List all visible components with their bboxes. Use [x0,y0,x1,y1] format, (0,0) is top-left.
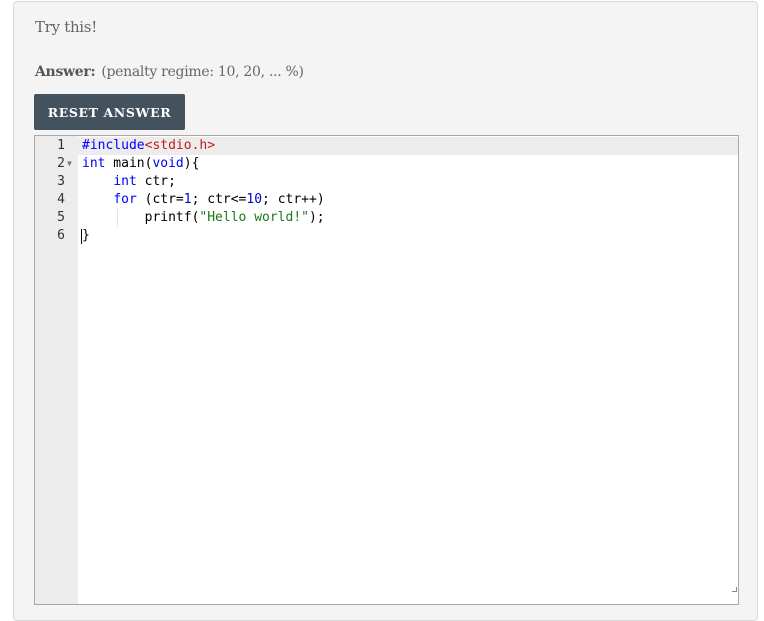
code-line-3[interactable]: 3 int ctr; [35,173,738,191]
code-text: printf("Hello world!"); [82,210,325,225]
code-text: int ctr; [113,174,176,189]
reset-answer-button[interactable]: RESET ANSWER [34,94,185,130]
line-number: 2 [57,156,65,171]
line-number: 6 [57,228,65,243]
question-panel: Try this! Answer: (penalty regime: 10, 20… [13,1,758,621]
fold-arrow-icon[interactable]: ▼ [67,155,72,173]
code-line-2[interactable]: 2 ▼ int main(void){ [35,155,738,173]
penalty-regime: (penalty regime: 10, 20, ... %) [101,64,304,80]
code-editor[interactable]: 1 #include<stdio.h> 2 ▼ int main(void){ … [34,135,739,605]
code-text: for (ctr=1; ctr<=10; ctr++) [113,192,325,207]
code-line-6[interactable]: 6 } [35,227,738,245]
line-number: 1 [57,138,65,153]
code-text: #include<stdio.h> [82,138,216,153]
code-line-1[interactable]: 1 #include<stdio.h> [35,137,738,155]
code-line-4[interactable]: 4 for (ctr=1; ctr<=10; ctr++) [35,191,738,209]
question-prompt: Try this! [35,18,97,36]
resize-handle-icon[interactable] [732,587,737,592]
line-number: 3 [57,174,65,189]
answer-label: Answer: [35,64,96,80]
line-number: 4 [57,192,65,207]
indent-guide [117,209,118,227]
line-number: 5 [57,210,65,225]
code-text: } [82,228,90,243]
answer-header: Answer: (penalty regime: 10, 20, ... %) [35,64,304,80]
code-line-5[interactable]: 5 printf("Hello world!"); [35,209,738,227]
text-cursor [81,229,82,244]
code-text: int main(void){ [82,156,200,171]
